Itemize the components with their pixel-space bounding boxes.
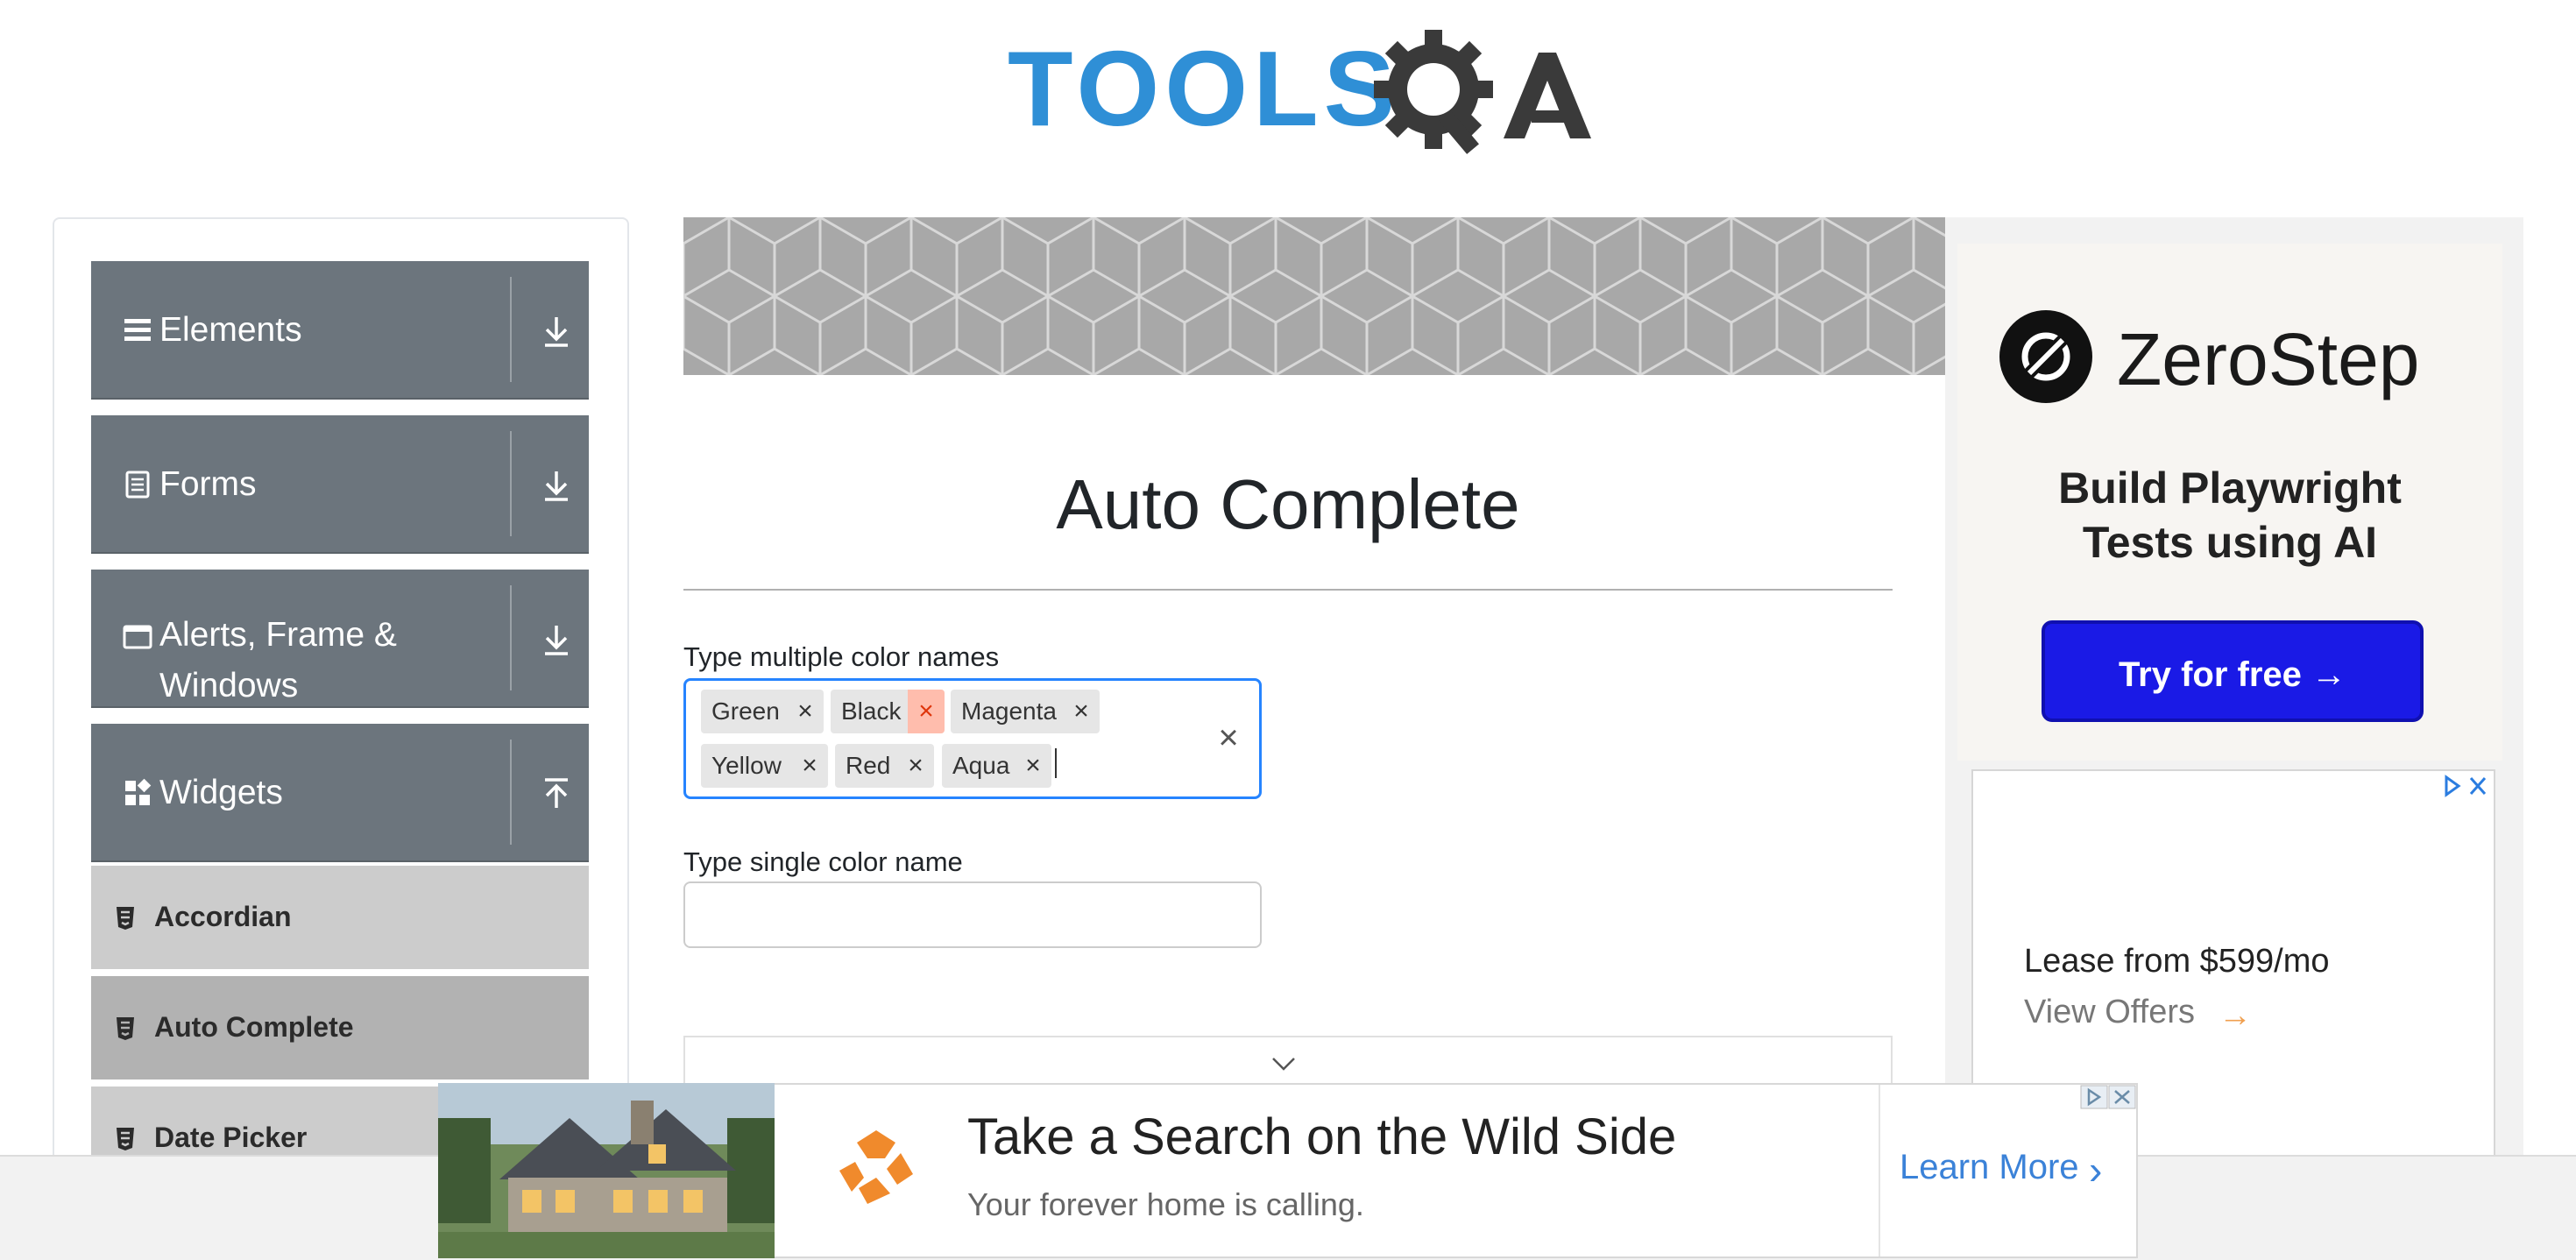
clear-all-icon[interactable]: × bbox=[1214, 720, 1242, 755]
chip-remove-icon[interactable]: × bbox=[791, 744, 828, 788]
sidebar-group-elements[interactable]: Elements bbox=[91, 261, 589, 400]
lease-offer-text: Lease from $599/mo bbox=[2024, 943, 2330, 980]
tagline-line2: Tests using AI bbox=[2082, 518, 2378, 567]
arrow-right-icon[interactable]: → bbox=[2219, 997, 2252, 1035]
group-divider bbox=[510, 431, 512, 536]
chip-label: Magenta bbox=[961, 697, 1057, 725]
chip-label: Aqua bbox=[952, 752, 1010, 779]
sidebar-group-label: Alerts, Frame & bbox=[159, 616, 397, 654]
try-for-free-button[interactable]: Try for free → bbox=[2042, 620, 2424, 722]
download-icon[interactable] bbox=[541, 622, 571, 657]
hamburger-icon bbox=[124, 319, 151, 341]
multi-color-label: Type multiple color names bbox=[683, 641, 1000, 672]
sidebar-group-label: Elements bbox=[159, 311, 302, 349]
learn-more-link[interactable]: Learn More bbox=[1900, 1148, 2079, 1187]
chip-magenta: Magenta × bbox=[951, 690, 1100, 733]
chip-remove-icon[interactable]: × bbox=[897, 744, 934, 788]
sidebar-group-label: Forms bbox=[159, 465, 257, 503]
multi-color-input[interactable]: Green × Black × Magenta × Yellow × Red ×… bbox=[683, 678, 1262, 799]
download-icon[interactable] bbox=[541, 314, 571, 349]
page-title: Auto Complete bbox=[1056, 465, 1520, 543]
sidebar-item-label: Auto Complete bbox=[154, 1011, 354, 1043]
sidebar-item-accordian[interactable]: Accordian bbox=[91, 866, 589, 973]
download-icon[interactable] bbox=[541, 468, 571, 503]
adchoices-icon[interactable] bbox=[2080, 1085, 2136, 1109]
chip-black: Black × bbox=[831, 690, 945, 733]
single-color-label: Type single color name bbox=[683, 846, 963, 877]
text-caret bbox=[1055, 748, 1057, 778]
logo-qa-gear-icon bbox=[1374, 30, 1591, 154]
window-icon bbox=[123, 625, 152, 649]
chip-remove-icon[interactable]: × bbox=[1063, 690, 1100, 733]
sidebar-group-alerts-frame-windows[interactable]: Alerts, Frame & Windows bbox=[91, 570, 589, 708]
chip-remove-icon[interactable]: × bbox=[908, 690, 945, 733]
html5-icon bbox=[117, 907, 134, 930]
chip-green: Green × bbox=[701, 690, 824, 733]
zerostep-tagline: Build Playwright Tests using AI bbox=[1957, 461, 2502, 570]
ad-subtext: Your forever home is calling. bbox=[967, 1186, 1364, 1222]
chevron-down-icon[interactable] bbox=[1270, 1055, 1297, 1072]
document-icon bbox=[125, 471, 150, 499]
page-banner bbox=[683, 217, 1945, 375]
adchoices-icon[interactable] bbox=[2441, 775, 2490, 797]
logo-tools-text: TOOLS bbox=[1008, 29, 1401, 148]
sidebar-item-auto-complete[interactable]: Auto Complete bbox=[91, 976, 589, 1083]
zerostep-logo-icon bbox=[1999, 310, 2092, 403]
sidebar-group-label: Widgets bbox=[159, 774, 283, 811]
sidebar-item-label: Date Picker bbox=[154, 1122, 308, 1153]
chip-yellow: Yellow × bbox=[701, 744, 828, 788]
sidebar-group-label-line2: Windows bbox=[159, 667, 299, 704]
upload-icon[interactable] bbox=[541, 776, 571, 811]
chip-label: Black bbox=[841, 697, 902, 725]
ad-divider bbox=[1879, 1085, 1880, 1256]
chevron-right-icon[interactable]: › bbox=[2089, 1146, 2102, 1193]
html5-icon bbox=[117, 1017, 134, 1040]
widgets-icon bbox=[125, 778, 152, 805]
zerostep-brand: ZeroStep bbox=[2117, 318, 2420, 400]
brand-logo-icon bbox=[839, 1130, 913, 1204]
chip-aqua: Aqua × bbox=[942, 744, 1051, 788]
sidebar-group-widgets[interactable]: Widgets bbox=[91, 724, 589, 862]
toolsqa-logo[interactable]: TOOLS bbox=[1008, 26, 1591, 166]
single-color-input[interactable] bbox=[683, 881, 1262, 948]
title-divider bbox=[683, 589, 1893, 591]
chip-label: Red bbox=[846, 752, 891, 779]
view-offers-link[interactable]: View Offers bbox=[2024, 994, 2195, 1031]
group-divider bbox=[510, 740, 512, 845]
cube-pattern bbox=[683, 217, 1945, 375]
chip-remove-icon[interactable]: × bbox=[1015, 744, 1051, 788]
sidebar-group-forms[interactable]: Forms bbox=[91, 415, 589, 554]
sidebar-item-label: Accordian bbox=[154, 901, 292, 932]
chip-remove-icon[interactable]: × bbox=[787, 690, 824, 733]
group-divider bbox=[510, 585, 512, 690]
tagline-line1: Build Playwright bbox=[2058, 464, 2402, 513]
chip-red: Red × bbox=[835, 744, 934, 788]
house-photo bbox=[438, 1083, 775, 1258]
html5-icon bbox=[117, 1128, 134, 1150]
group-divider bbox=[510, 277, 512, 382]
ad-headline: Take a Search on the Wild Side bbox=[967, 1108, 1677, 1165]
chip-label: Green bbox=[711, 697, 780, 725]
chip-label: Yellow bbox=[711, 752, 782, 779]
